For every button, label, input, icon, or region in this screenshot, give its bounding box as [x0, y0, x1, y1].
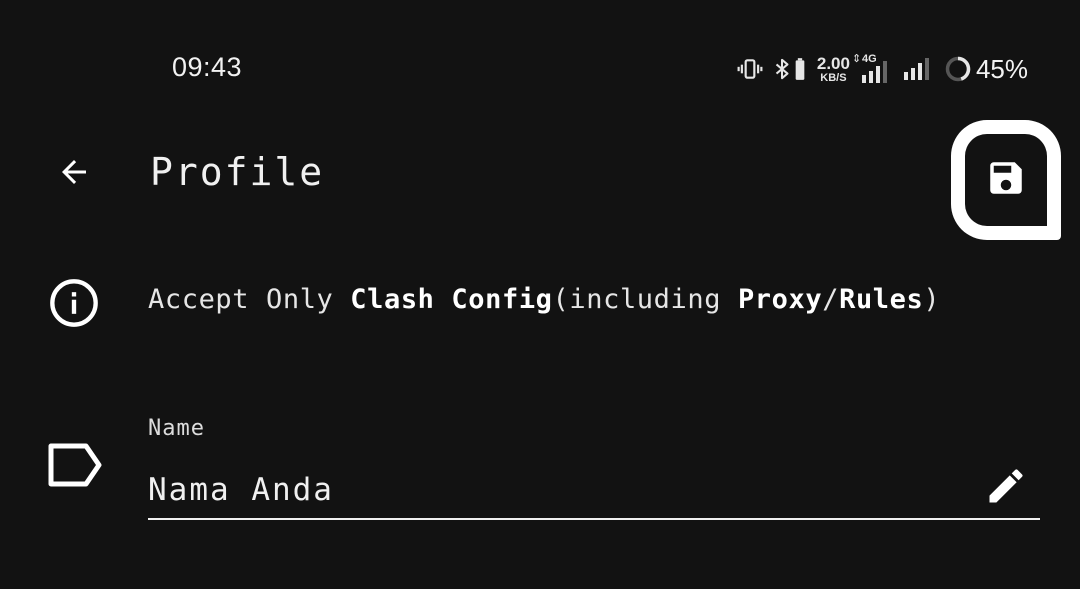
bluetooth-icon [771, 56, 793, 82]
info-icon [48, 277, 100, 329]
signal-icon [902, 57, 936, 81]
info-message: Accept Only Clash Config(including Proxy… [148, 284, 940, 315]
info-text-part: ) [923, 284, 941, 315]
floppy-disk-icon [985, 157, 1027, 203]
net-speed-value: 2.00 [816, 53, 850, 73]
page-title: Profile [150, 150, 325, 194]
info-text-part: (including [552, 284, 738, 315]
status-icons: 2.00 KB/S ⇕ 4G 45% [737, 52, 1028, 86]
network-type: 4G [861, 53, 877, 65]
info-text-bold-rules: Rules [839, 284, 924, 315]
info-text-part: / [822, 284, 840, 315]
name-field-value[interactable]: Nama Anda [148, 472, 334, 508]
pencil-icon[interactable] [984, 464, 1028, 508]
save-button[interactable] [951, 120, 1061, 240]
mobile-data-signal: ⇕ 4G [852, 54, 894, 84]
data-arrows-icon: ⇕ [851, 53, 862, 65]
arrow-left-icon [56, 154, 92, 194]
battery-percent: 45% [975, 53, 1028, 84]
name-field-underline [148, 518, 1040, 520]
info-text-bold-clash-config: Clash Config [350, 284, 553, 315]
vibrate-icon [737, 56, 763, 82]
label-tag-icon [46, 442, 104, 488]
back-button[interactable] [46, 146, 102, 202]
battery-ring-icon [944, 55, 972, 83]
net-speed: 2.00 KB/S [817, 55, 850, 84]
net-speed-unit: KB/S [820, 71, 847, 84]
info-text-bold-proxy: Proxy [737, 284, 823, 315]
status-time: 09:43 [172, 52, 243, 82]
info-text-part: Accept Only [148, 284, 351, 315]
battery-saver-icon [793, 56, 807, 82]
name-field-label: Name [148, 416, 205, 441]
